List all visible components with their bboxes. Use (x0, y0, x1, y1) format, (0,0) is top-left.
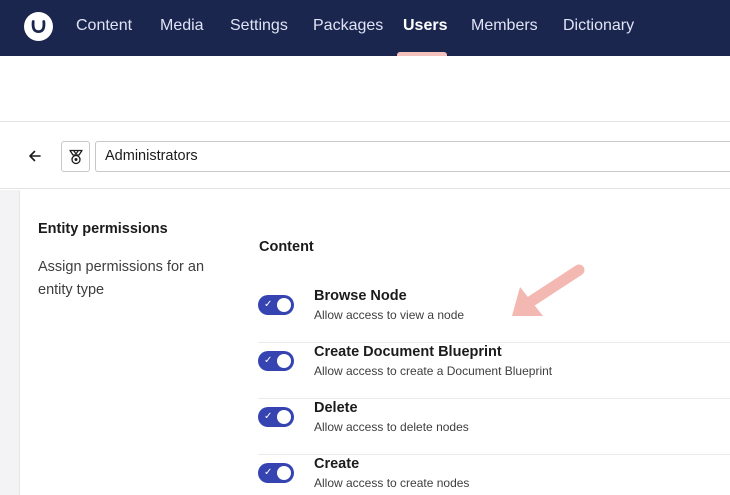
permission-toggle[interactable]: ✓ (258, 463, 294, 483)
nav-item-media[interactable]: Media (160, 0, 204, 56)
permission-group-title: Content (259, 239, 314, 255)
permission-row-delete: ✓ Delete Allow access to delete nodes (258, 399, 730, 455)
permission-row-create-document-blueprint: ✓ Create Document Blueprint Allow access… (258, 343, 730, 399)
left-gutter (0, 190, 19, 495)
top-navigation: Content Media Settings Packages Users Me… (0, 0, 730, 56)
permission-name: Create Document Blueprint (314, 344, 502, 360)
toggle-knob (277, 354, 291, 368)
toggle-knob (277, 466, 291, 480)
permission-name: Delete (314, 400, 358, 416)
permission-toggle[interactable]: ✓ (258, 351, 294, 371)
permission-description: Allow access to delete nodes (314, 420, 469, 434)
entity-permissions-panel: Entity permissions Assign permissions fo… (19, 190, 730, 495)
nav-item-users[interactable]: Users (403, 0, 447, 56)
nav-item-dictionary[interactable]: Dictionary (563, 0, 634, 56)
check-icon: ✓ (264, 467, 273, 478)
toolbar-area (0, 56, 730, 122)
workspace-header: Administrators (0, 123, 730, 189)
toggle-knob (277, 410, 291, 424)
nav-item-content[interactable]: Content (76, 0, 132, 56)
nav-item-packages[interactable]: Packages (313, 0, 383, 56)
group-name-input[interactable]: Administrators (95, 141, 730, 172)
medal-icon (69, 149, 83, 165)
permission-row-create: ✓ Create Allow access to create nodes (258, 455, 730, 495)
section-title: Entity permissions (38, 221, 168, 237)
permission-name: Create (314, 456, 360, 472)
annotation-arrow-icon (512, 264, 585, 316)
permission-toggle[interactable]: ✓ (258, 295, 294, 315)
nav-item-settings[interactable]: Settings (230, 0, 288, 56)
check-icon: ✓ (264, 299, 273, 310)
toggle-knob (277, 298, 291, 312)
nav-item-members[interactable]: Members (471, 0, 538, 56)
permission-description: Allow access to create a Document Bluepr… (314, 364, 553, 378)
check-icon: ✓ (264, 355, 273, 366)
permission-toggle[interactable]: ✓ (258, 407, 294, 427)
group-icon-button[interactable] (61, 141, 90, 172)
permission-row-browse-node: ✓ Browse Node Allow access to view a nod… (258, 287, 730, 343)
permission-description: Allow access to create nodes (314, 476, 470, 490)
permission-name: Browse Node (314, 288, 407, 304)
umbraco-logo-icon[interactable] (24, 12, 53, 41)
arrow-left-icon[interactable] (26, 147, 44, 165)
app-root: Content Media Settings Packages Users Me… (0, 0, 730, 495)
section-description: Assign permissions for an entity type (38, 259, 205, 298)
workspace-body: Entity permissions Assign permissions fo… (0, 190, 730, 495)
check-icon: ✓ (264, 411, 273, 422)
permission-description: Allow access to view a node (314, 308, 465, 322)
